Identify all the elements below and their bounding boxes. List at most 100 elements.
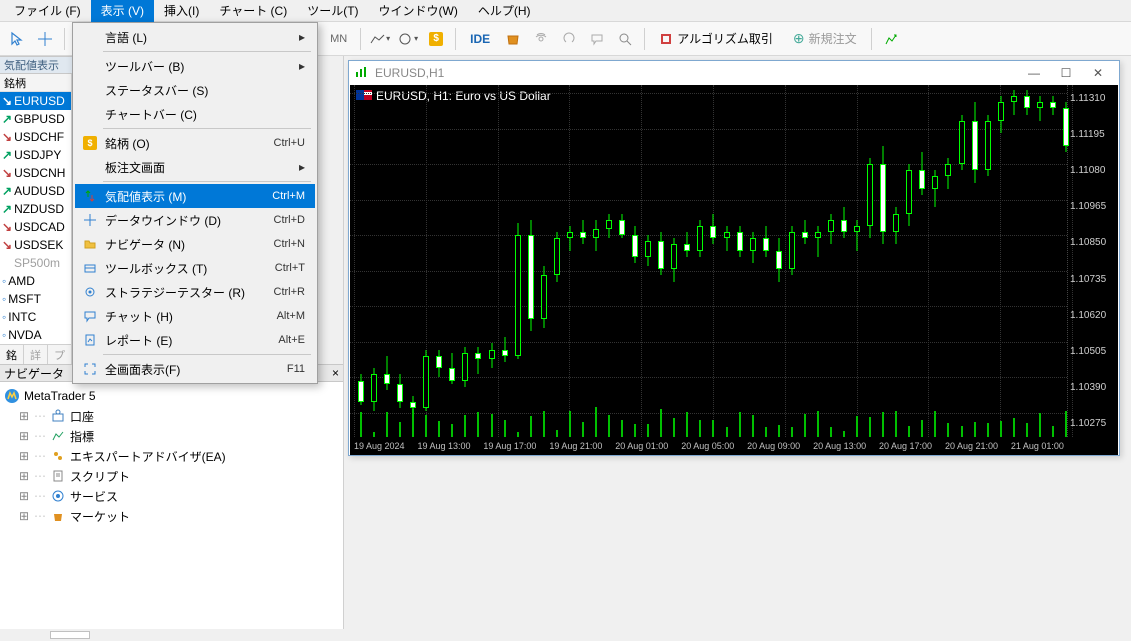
search-icon[interactable] [612,26,638,52]
menu-item[interactable]: ツールボックス (T)Ctrl+T [75,256,315,280]
menu-item[interactable]: チャット (H)Alt+M [75,304,315,328]
nav-item-1[interactable]: ⊞⋯指標 [0,426,343,446]
menu-1[interactable]: 表示 (V) [91,0,154,22]
menu-item[interactable]: 気配値表示 (M)Ctrl+M [75,184,315,208]
menu-item[interactable]: $銘柄 (O)Ctrl+U [75,131,315,155]
y-label: 1.10275 [1070,418,1116,429]
expander-icon[interactable]: ⊞ [18,449,30,463]
y-label: 1.10850 [1070,237,1116,248]
gear-icon [81,283,99,301]
expander-icon[interactable]: ⊞ [18,409,30,423]
view-menu-dropdown: 言語 (L)▸ ツールバー (B)▸ステータスバー (S)チャートバー (C) $銘… [72,22,318,384]
dollar-icon-button[interactable]: $ [423,26,449,52]
menu-3[interactable]: チャート (C) [209,0,297,22]
bottom-strip [0,629,1131,641]
menu-item[interactable]: 全画面表示(F)F11 [75,357,315,381]
chart-titlebar[interactable]: EURUSD,H1 — ☐ ✕ [349,61,1119,85]
chart-canvas[interactable]: EURUSD, H1: Euro vs US Dollar 1.113101.1… [350,85,1118,455]
chart-area: EURUSD,H1 — ☐ ✕ EURUSD, H1: Euro vs US D… [344,56,1131,641]
menu-item[interactable]: レポート (E)Alt+E [75,328,315,352]
menu-item[interactable]: ナビゲータ (N)Ctrl+N [75,232,315,256]
x-label: 19 Aug 13:00 [417,441,470,451]
expander-icon[interactable]: ⊞ [18,429,30,443]
algo-trading-button[interactable]: アルゴリズム取引 [651,26,783,52]
dollar-icon: $ [81,134,99,152]
nav-icon-3 [50,468,66,484]
mw-column-header[interactable]: 銘柄 [0,74,71,92]
symbol-row-EURUSD[interactable]: ↘EURUSD [0,92,71,110]
bottom-tab[interactable] [50,631,90,639]
symbol-row-USDSEK[interactable]: ↘USDSEK [0,236,71,254]
x-label: 20 Aug 09:00 [747,441,800,451]
vps-button[interactable] [556,26,582,52]
market-button[interactable] [500,26,526,52]
symbol-row-SP500m[interactable]: SP500m [0,254,71,272]
nav-item-0[interactable]: ⊞⋯口座 [0,406,343,426]
menu-item[interactable]: 板注文画面▸ [75,155,315,179]
symbol-row-INTC[interactable]: ◦INTC [0,308,71,326]
y-axis: 1.11310 1.11195 1.11080 1.10965 1.10850 1.107… [1068,85,1118,437]
symbol-row-USDCHF[interactable]: ↘USDCHF [0,128,71,146]
cursor-button[interactable] [4,26,30,52]
chat-button[interactable] [584,26,610,52]
symbol-row-AUDUSD[interactable]: ↗AUDUSD [0,182,71,200]
y-label: 1.11080 [1070,165,1116,176]
nav-icon-1 [50,428,66,444]
menu-item[interactable]: 言語 (L)▸ [75,25,315,49]
mw-tab-0[interactable]: 銘柄 [0,345,24,364]
symbol-row-AMD[interactable]: ◦AMD [0,272,71,290]
nav-item-3[interactable]: ⊞⋯スクリプト [0,466,343,486]
new-order-button[interactable]: ⊕新規注文 [785,26,865,52]
symbol-row-USDCNH[interactable]: ↘USDCNH [0,164,71,182]
separator [360,28,361,50]
menu-6[interactable]: ヘルプ(H) [468,0,541,22]
y-label: 1.10390 [1070,382,1116,393]
nav-item-2[interactable]: ⊞⋯エキスパートアドバイザ(EA) [0,446,343,466]
x-label: 20 Aug 17:00 [879,441,932,451]
nav-item-4[interactable]: ⊞⋯サービス [0,486,343,506]
close-icon[interactable]: × [332,366,339,380]
x-label: 19 Aug 17:00 [483,441,536,451]
crosshair-button[interactable] [32,26,58,52]
chart-window: EURUSD,H1 — ☐ ✕ EURUSD, H1: Euro vs US D… [348,60,1120,456]
autotrade-icon[interactable] [878,26,904,52]
x-label: 19 Aug 21:00 [549,441,602,451]
minimize-button[interactable]: — [1019,63,1049,83]
menu-4[interactable]: ツール(T) [297,0,368,22]
algo-label: アルゴリズム取引 [677,30,773,47]
menu-0[interactable]: ファイル (F) [4,0,91,22]
symbol-row-NZDUSD[interactable]: ↗NZDUSD [0,200,71,218]
y-label: 1.11195 [1070,129,1116,140]
symbol-row-USDJPY[interactable]: ↗USDJPY [0,146,71,164]
menu-item[interactable]: ストラテジーテスター (R)Ctrl+R [75,280,315,304]
symbol-row-USDCAD[interactable]: ↘USDCAD [0,218,71,236]
menu-item[interactable]: ステータスバー (S) [75,78,315,102]
menu-item[interactable]: ツールバー (B)▸ [75,54,315,78]
maximize-button[interactable]: ☐ [1051,63,1081,83]
expander-icon[interactable]: ⊞ [18,489,30,503]
close-button[interactable]: ✕ [1083,63,1113,83]
signal-button[interactable] [528,26,554,52]
symbol-row-MSFT[interactable]: ◦MSFT [0,290,71,308]
y-label: 1.10735 [1070,274,1116,285]
tf-MN[interactable]: MN [323,27,354,51]
y-label: 1.10965 [1070,201,1116,212]
ide-button[interactable]: IDE [462,27,498,51]
menu-2[interactable]: 挿入(I) [154,0,209,22]
menu-item[interactable]: データウインドウ (D)Ctrl+D [75,208,315,232]
line-chart-button[interactable]: ▾ [367,26,393,52]
x-label: 20 Aug 21:00 [945,441,998,451]
symbol-row-NVDA[interactable]: ◦NVDA [0,326,71,344]
expander-icon[interactable]: ⊞ [18,509,30,523]
chart-icon [355,66,369,81]
symbol-row-GBPUSD[interactable]: ↗GBPUSD [0,110,71,128]
nav-item-5[interactable]: ⊞⋯マーケット [0,506,343,526]
nav-root[interactable]: MetaTrader 5 [0,386,343,406]
expander-icon[interactable]: ⊞ [18,469,30,483]
menu-item[interactable]: チャートバー (C) [75,102,315,126]
y-label: 1.11310 [1070,93,1116,104]
menu-5[interactable]: ウインドウ(W) [369,0,468,22]
mw-tab-1[interactable]: 詳細 [24,345,48,364]
indicator-button[interactable]: ▾ [395,26,421,52]
mw-tab-2[interactable]: プライスボード [48,345,72,364]
